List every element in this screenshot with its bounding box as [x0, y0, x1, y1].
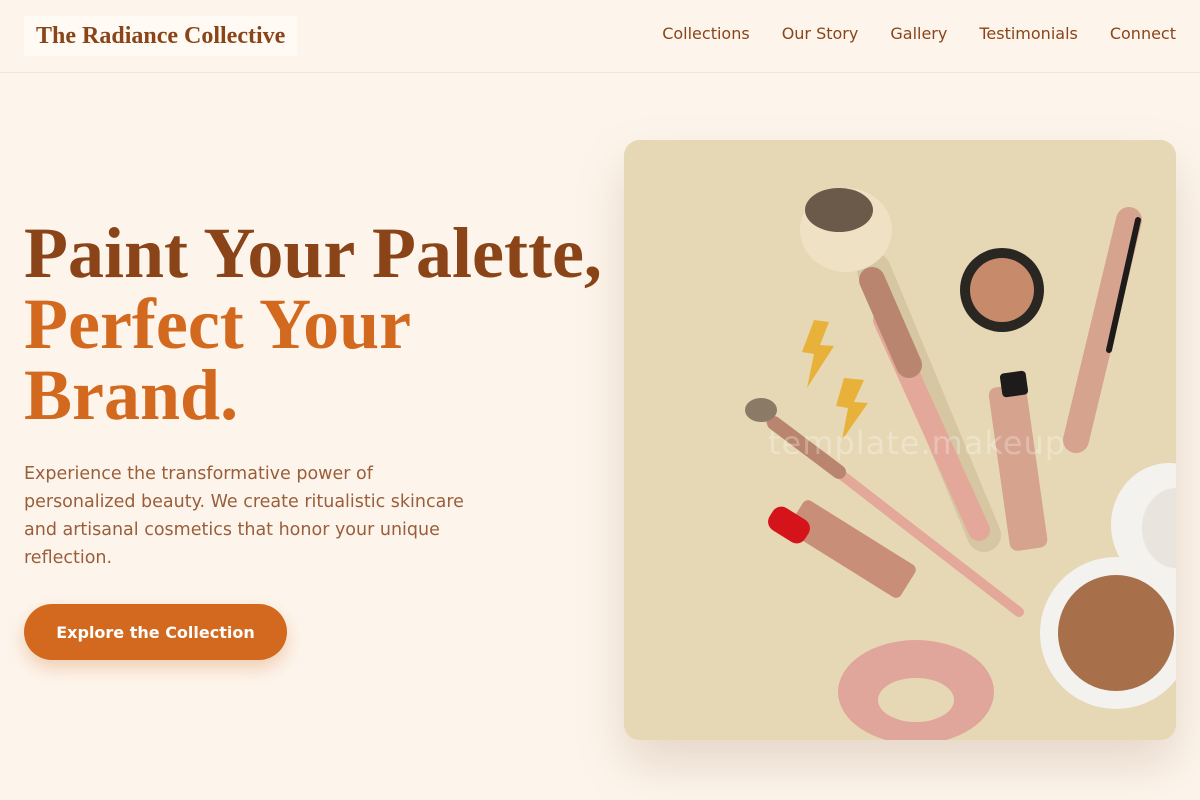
brand-logo[interactable]: The Radiance Collective [24, 16, 298, 56]
headline-line-2: Perfect Your [24, 284, 412, 364]
site-header: The Radiance Collective Collections Our … [0, 0, 1200, 73]
explore-collection-button[interactable]: Explore the Collection [24, 604, 287, 660]
nav-link-collections[interactable]: Collections [662, 23, 749, 45]
main-nav: Collections Our Story Gallery Testimonia… [630, 23, 1176, 45]
cream-compact-icon [960, 248, 1044, 332]
hero-headline: Paint Your Palette, Perfect Your Brand. [24, 213, 604, 435]
headline-line-3: Brand. [24, 355, 239, 435]
scrunchie-icon [838, 640, 994, 740]
nav-link-connect[interactable]: Connect [1110, 23, 1176, 45]
headline-line-1: Paint Your Palette, [24, 213, 602, 293]
hero-image: template.makeup [624, 140, 1176, 740]
hero-description: Experience the transformative power of p… [24, 464, 464, 568]
nav-link-testimonials[interactable]: Testimonials [979, 23, 1078, 45]
nav-link-our-story[interactable]: Our Story [782, 23, 859, 45]
image-watermark: template.makeup [768, 424, 1067, 462]
nav-link-gallery[interactable]: Gallery [890, 23, 947, 45]
